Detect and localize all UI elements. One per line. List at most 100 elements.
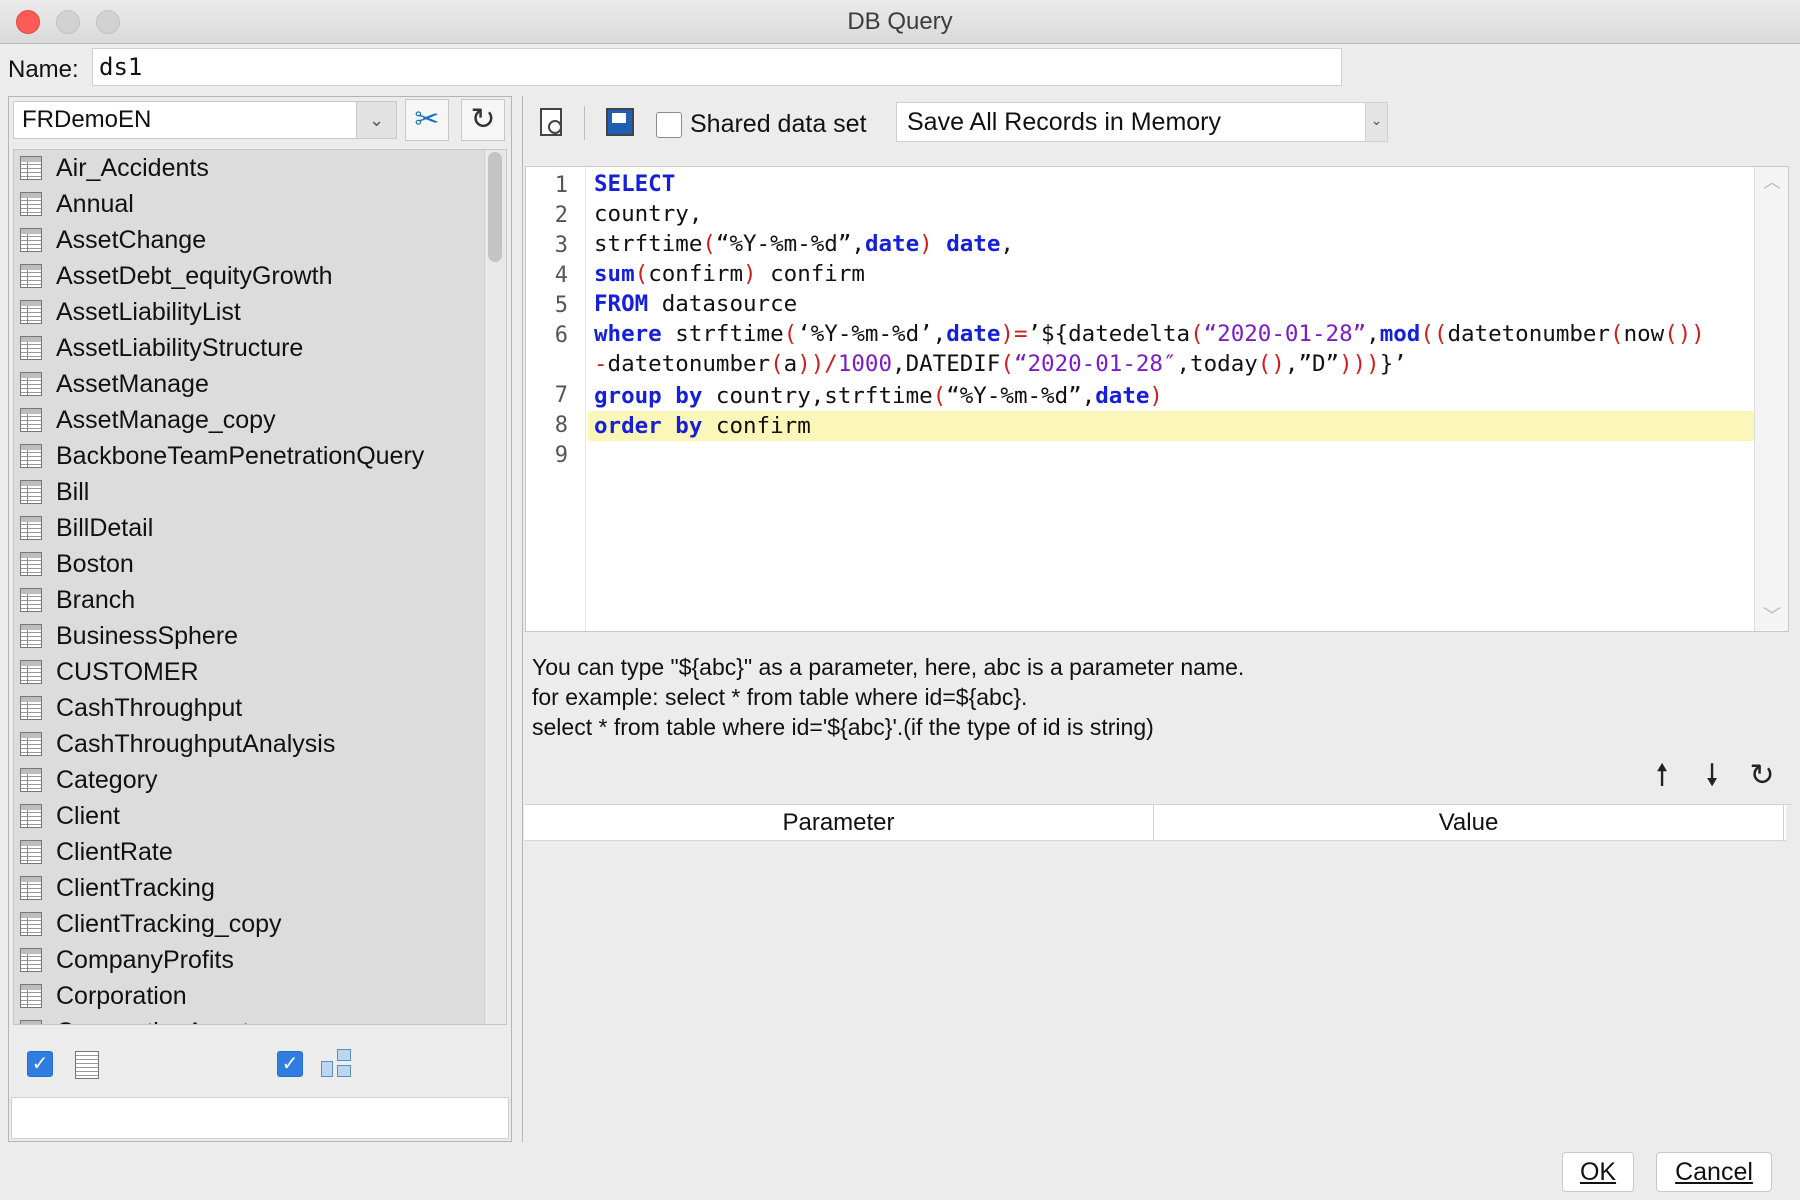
list-item[interactable]: BillDetail xyxy=(14,510,486,546)
list-item[interactable]: AssetManage_copy xyxy=(14,402,486,438)
table-list[interactable]: Air_Accidents Annual AssetChange AssetDebt_… xyxy=(13,149,507,1025)
list-item-label: AssetManage_copy xyxy=(56,406,276,434)
list-item[interactable]: AssetDebt_equityGrowth xyxy=(14,258,486,294)
refresh-params-button[interactable]: ↻ xyxy=(1742,756,1782,796)
chevron-up-icon[interactable]: ︿ xyxy=(1755,167,1788,197)
table-icon xyxy=(20,480,42,504)
list-item[interactable]: Branch xyxy=(14,582,486,618)
list-item[interactable]: BackboneTeamPenetrationQuery xyxy=(14,438,486,474)
table-icon xyxy=(20,192,42,216)
list-item-label: Client xyxy=(56,802,120,830)
code-line-4: sum(confirm) confirm xyxy=(594,261,865,287)
code-line-6-wrap: -datetonumber(a))/1000,DATEDIF(“2020-01-… xyxy=(594,351,1407,377)
ok-button[interactable]: OK xyxy=(1562,1152,1634,1192)
list-item[interactable]: AssetChange xyxy=(14,222,486,258)
line-number: 1 xyxy=(554,173,568,198)
refresh-tables-button[interactable]: ↻ xyxy=(461,99,505,141)
list-item[interactable]: Corporation xyxy=(14,978,486,1014)
shared-data-set-checkbox[interactable] xyxy=(656,112,682,138)
list-item[interactable]: BusinessSphere xyxy=(14,618,486,654)
connect-button[interactable]: ✂ xyxy=(405,99,449,141)
list-item[interactable]: AssetLiabilityList xyxy=(14,294,486,330)
parameter-hint-line-2: for example: select * from table where i… xyxy=(532,684,1028,710)
table-icon xyxy=(20,840,42,864)
list-item[interactable]: ClientTracking_copy xyxy=(14,906,486,942)
memory-mode-select[interactable]: Save All Records in Memory ⌄ xyxy=(896,102,1388,142)
shared-data-set-label: Shared data set xyxy=(690,110,867,138)
table-icon xyxy=(20,660,42,684)
list-item[interactable]: AssetManage xyxy=(14,366,486,402)
table-icon xyxy=(20,912,42,936)
table-icon xyxy=(20,624,42,648)
list-item[interactable]: CashThroughputAnalysis xyxy=(14,726,486,762)
list-item[interactable]: Boston xyxy=(14,546,486,582)
list-item-label: Branch xyxy=(56,586,136,614)
datasource-select[interactable]: FRDemoEN ⌄ xyxy=(13,101,397,139)
list-item[interactable]: AssetLiabilityStructure xyxy=(14,330,486,366)
arrow-down-icon: 🠗 xyxy=(1705,759,1719,792)
table-list-scrollbar[interactable] xyxy=(484,150,506,1024)
panel-separator xyxy=(522,96,523,1142)
list-item-label: AssetLiabilityList xyxy=(56,298,241,326)
list-item-label: CUSTOMER xyxy=(56,658,199,686)
line-number: 7 xyxy=(554,383,568,408)
column-header-value[interactable]: Value xyxy=(1154,805,1784,841)
show-views-checkbox[interactable]: ✓ xyxy=(277,1051,303,1077)
line-number: 2 xyxy=(554,203,568,228)
list-item[interactable]: CUSTOMER xyxy=(14,654,486,690)
line-number: 5 xyxy=(554,293,568,318)
table-icon xyxy=(20,1020,42,1024)
line-number: 8 xyxy=(554,413,568,438)
memory-mode-value: Save All Records in Memory xyxy=(907,108,1222,136)
move-up-button[interactable]: 🠕 xyxy=(1642,756,1682,796)
list-item[interactable]: Annual xyxy=(14,186,486,222)
code-area[interactable]: SELECT country, strftime(“%Y-%m-%d”,date… xyxy=(588,167,1754,631)
table-icon xyxy=(20,768,42,792)
editor-scrollbar[interactable]: ︿ ﹀ xyxy=(1754,167,1788,631)
left-bottom-toolbar: ✓ ✓ xyxy=(9,1031,511,1091)
list-item[interactable]: Client xyxy=(14,798,486,834)
list-item-label: Bill xyxy=(56,478,90,506)
chevron-down-icon[interactable]: ﹀ xyxy=(1755,601,1788,631)
table-icon xyxy=(20,228,42,252)
list-item[interactable]: Air_Accidents xyxy=(14,150,486,186)
chevron-down-icon[interactable]: ⌄ xyxy=(356,102,396,138)
list-item-label: CorporationAsset xyxy=(56,1018,249,1024)
save-icon[interactable] xyxy=(606,108,634,136)
list-item[interactable]: CashThroughput xyxy=(14,690,486,726)
chevron-down-icon[interactable]: ⌄ xyxy=(1365,103,1387,141)
toolbar-divider xyxy=(584,106,585,140)
table-icon xyxy=(20,732,42,756)
list-item[interactable]: Category xyxy=(14,762,486,798)
list-item-label: AssetLiabilityStructure xyxy=(56,334,304,362)
sql-editor[interactable]: 1 2 3 4 5 6 7 8 9 SELECT country, strfti… xyxy=(525,166,1789,632)
line-number: 3 xyxy=(554,233,568,258)
right-panel: Shared data set Save All Records in Memo… xyxy=(522,96,1792,1142)
show-tables-checkbox[interactable]: ✓ xyxy=(27,1051,53,1077)
title-bar: DB Query xyxy=(0,0,1800,44)
code-line-7: group by country,strftime(“%Y-%m-%d”,dat… xyxy=(594,383,1163,409)
parameter-table[interactable]: Parameter Value xyxy=(524,804,1792,1142)
list-item[interactable]: CompanyProfits xyxy=(14,942,486,978)
move-down-button[interactable]: 🠗 xyxy=(1692,756,1732,796)
parameter-hint-line-3: select * from table where id='${abc}'.(i… xyxy=(532,714,1154,740)
list-item[interactable]: Bill xyxy=(14,474,486,510)
table-filter-input[interactable] xyxy=(11,1097,509,1139)
list-item-label: ClientTracking xyxy=(56,874,215,902)
list-item[interactable]: ClientTracking xyxy=(14,870,486,906)
view-icon xyxy=(321,1049,353,1079)
window-title: DB Query xyxy=(847,8,953,35)
list-item[interactable]: CorporationAsset xyxy=(14,1014,486,1024)
table-icon xyxy=(20,300,42,324)
preview-icon[interactable] xyxy=(540,108,562,136)
table-icon xyxy=(20,444,42,468)
scroll-thumb[interactable] xyxy=(488,152,502,262)
name-input[interactable]: ds1 xyxy=(92,48,1342,86)
parameter-table-header: Parameter Value xyxy=(524,805,1786,841)
table-icon xyxy=(20,516,42,540)
list-item[interactable]: ClientRate xyxy=(14,834,486,870)
cancel-button[interactable]: Cancel xyxy=(1656,1152,1772,1192)
column-header-parameter[interactable]: Parameter xyxy=(524,805,1154,841)
table-icon xyxy=(20,804,42,828)
list-item-label: CompanyProfits xyxy=(56,946,234,974)
